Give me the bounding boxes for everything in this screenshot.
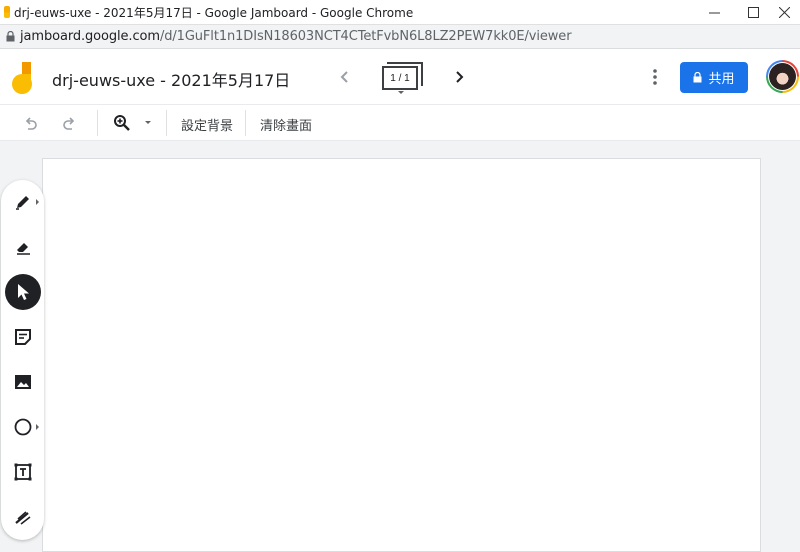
minimize-icon[interactable] <box>694 0 734 25</box>
chevron-left-icon <box>340 71 348 83</box>
avatar-ring <box>768 62 797 91</box>
lock-icon <box>693 72 702 83</box>
zoom-in-icon <box>114 115 130 131</box>
tool-rail <box>1 180 44 540</box>
laser-tool-button[interactable] <box>5 499 41 535</box>
shape-tool-button[interactable] <box>5 409 41 445</box>
more-vert-icon <box>653 69 657 85</box>
redo-icon <box>63 117 75 130</box>
eraser-tool-button[interactable] <box>5 229 41 265</box>
image-tool-button[interactable] <box>5 364 41 400</box>
browser-title-bar: drj-euws-uxe - 2021年5月17日 - Google Jambo… <box>0 0 800 25</box>
editor-toolbar: 設定背景 清除畫面 <box>0 105 800 141</box>
caret-down-icon <box>398 91 404 94</box>
redo-button[interactable] <box>58 111 82 135</box>
select-icon <box>18 284 29 300</box>
url-host: jamboard.google.com <box>20 29 160 44</box>
app-header: drj-euws-uxe - 2021年5月17日 1 / 1 共用 <box>0 49 800 105</box>
submenu-arrow-icon <box>36 199 39 205</box>
image-icon <box>15 375 31 389</box>
text-box-tool-button[interactable] <box>5 454 41 490</box>
window-title: drj-euws-uxe - 2021年5月17日 - Google Jambo… <box>14 5 414 20</box>
zoom-dropdown[interactable] <box>142 111 154 135</box>
pen-tool-button[interactable] <box>5 184 41 220</box>
set-background-button[interactable]: 設定背景 <box>181 115 233 134</box>
zoom-button[interactable] <box>110 111 134 135</box>
canvas-area <box>0 142 800 552</box>
toolbar-divider <box>97 110 98 136</box>
avatar[interactable] <box>766 60 799 93</box>
jam-frame-canvas[interactable] <box>42 158 761 552</box>
jamboard-favicon-icon <box>4 6 10 18</box>
select-tool-button[interactable] <box>5 274 41 310</box>
laser-icon <box>15 511 31 525</box>
next-frame-button[interactable] <box>448 65 470 89</box>
sticky-note-icon <box>15 329 31 345</box>
toolbar-divider <box>166 110 167 136</box>
close-icon[interactable] <box>764 0 800 25</box>
circle-icon <box>14 418 32 436</box>
share-button[interactable]: 共用 <box>680 62 748 93</box>
lock-icon <box>4 31 16 43</box>
jamboard-logo-icon[interactable] <box>11 62 33 94</box>
caret-down-icon <box>145 121 151 124</box>
previous-frame-button[interactable] <box>334 65 356 89</box>
sticky-note-tool-button[interactable] <box>5 319 41 355</box>
submenu-arrow-icon <box>36 424 39 430</box>
undo-button[interactable] <box>18 111 42 135</box>
document-title[interactable]: drj-euws-uxe - 2021年5月17日 <box>52 67 290 91</box>
url-text[interactable]: jamboard.google.com/d/1GuFlt1n1DIsN18603… <box>20 29 572 44</box>
frame-bar-button[interactable]: 1 / 1 <box>378 60 424 96</box>
frame-indicator: 1 / 1 <box>382 66 418 90</box>
url-path: /d/1GuFlt1n1DIsN18603NCT4CTetFvbN6L8LZ2P… <box>159 29 572 44</box>
toolbar-divider <box>245 110 246 136</box>
pen-icon <box>16 196 29 210</box>
eraser-icon <box>17 243 30 255</box>
address-bar[interactable]: jamboard.google.com/d/1GuFlt1n1DIsN18603… <box>0 25 800 49</box>
avatar-photo <box>769 63 796 90</box>
more-options-button[interactable] <box>645 65 665 89</box>
chevron-right-icon <box>456 71 464 83</box>
share-label: 共用 <box>708 72 735 87</box>
text-box-icon <box>14 463 32 481</box>
undo-icon <box>25 117 37 130</box>
clear-frame-button[interactable]: 清除畫面 <box>260 115 312 134</box>
